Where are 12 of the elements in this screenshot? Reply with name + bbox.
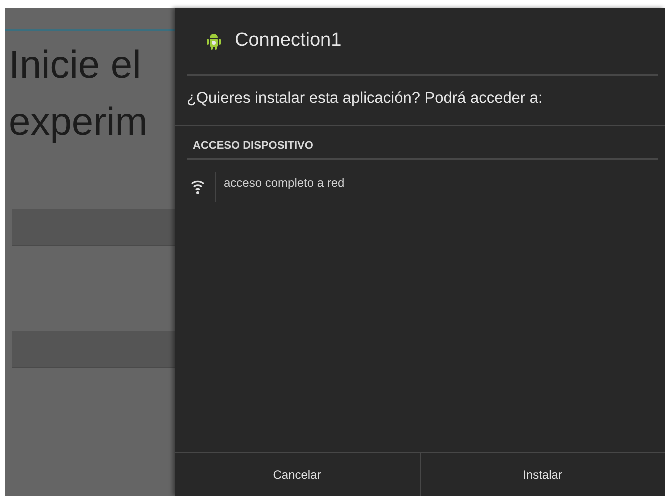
heading-text: Inicie el <box>8 43 142 88</box>
wifi-icon <box>191 179 205 195</box>
permission-label: acceso completo a red <box>215 172 345 202</box>
cancel-button[interactable]: Cancelar <box>175 453 420 496</box>
input-field[interactable] <box>12 209 175 246</box>
android-icon <box>207 32 221 50</box>
dialog-title: Connection1 <box>235 30 342 52</box>
input-field[interactable] <box>12 331 175 368</box>
section-header: ACCESO DISPOSITIVO <box>187 126 658 160</box>
heading-text: experim <box>8 100 149 145</box>
dialog-message: ¿Quieres instalar esta aplicación? Podrá acceder a: <box>175 76 665 126</box>
install-button[interactable]: Instalar <box>420 453 665 496</box>
